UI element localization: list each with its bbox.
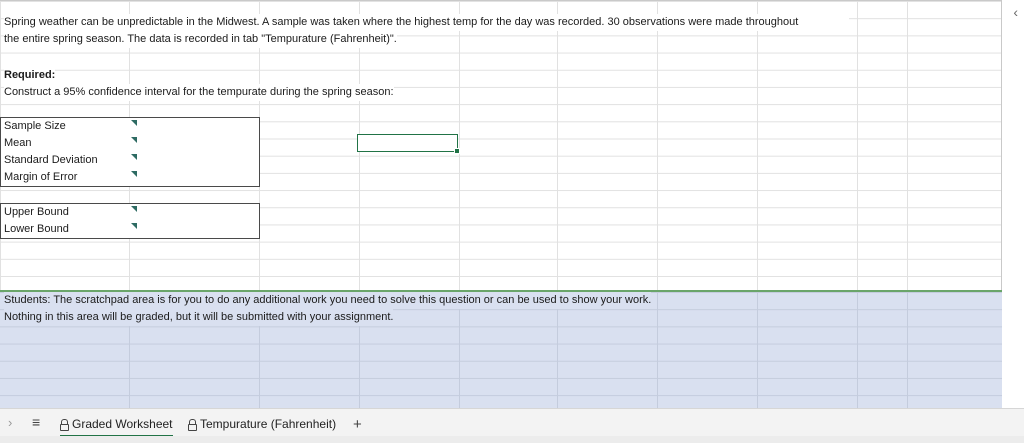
chevron-left-icon[interactable]: ‹ — [1013, 4, 1018, 20]
plus-icon[interactable]: + — [353, 416, 362, 433]
bounds-box: Upper Bound Lower Bound — [0, 203, 260, 239]
stats-row-sample-size[interactable]: Sample Size — [1, 118, 259, 135]
bounds-row-lower[interactable]: Lower Bound — [1, 221, 259, 238]
comment-marker-icon[interactable] — [131, 206, 137, 212]
column-divider — [557, 292, 558, 409]
tab-label: Tempurature (Fahrenheit) — [200, 417, 337, 431]
sheet-tab-bar: › ≡ Graded Worksheet Tempurature (Fahren… — [0, 408, 1024, 437]
tab-graded-worksheet[interactable]: Graded Worksheet — [60, 413, 173, 437]
bounds-label: Lower Bound — [4, 223, 69, 235]
bounds-row-upper[interactable]: Upper Bound — [1, 204, 259, 221]
stats-label: Sample Size — [4, 120, 66, 132]
required-heading: Required: — [4, 67, 56, 84]
comment-marker-icon[interactable] — [131, 120, 137, 126]
tab-label: Graded Worksheet — [72, 417, 173, 431]
stats-row-mean[interactable]: Mean — [1, 135, 259, 152]
tab-tempurature-fahrenheit[interactable]: Tempurature (Fahrenheit) — [188, 413, 336, 435]
stats-label: Standard Deviation — [4, 154, 98, 166]
stats-row-standard-deviation[interactable]: Standard Deviation — [1, 152, 259, 169]
scratchpad-line-2: Nothing in this area will be graded, but… — [4, 309, 394, 326]
stats-row-margin-of-error[interactable]: Margin of Error — [1, 169, 259, 186]
column-divider — [757, 292, 758, 409]
status-bar — [0, 436, 1024, 443]
stats-box: Sample Size Mean Standard Deviation Marg… — [0, 117, 260, 187]
intro-line-2: the entire spring season. The data is re… — [4, 31, 397, 48]
required-instruction: Construct a 95% confidence interval for … — [4, 84, 394, 101]
stats-label: Mean — [4, 137, 32, 149]
stats-label: Margin of Error — [4, 171, 78, 183]
comment-marker-icon[interactable] — [131, 171, 137, 177]
scratchpad-line-1: Students: The scratchpad area is for you… — [4, 292, 652, 309]
scratchpad-area[interactable]: Students: The scratchpad area is for you… — [0, 290, 1002, 409]
hamburger-menu-icon[interactable]: ≡ — [32, 414, 40, 430]
column-divider — [857, 292, 858, 409]
lock-icon — [60, 418, 69, 431]
bounds-label: Upper Bound — [4, 206, 69, 218]
column-divider — [459, 292, 460, 409]
comment-marker-icon[interactable] — [131, 137, 137, 143]
column-divider — [907, 292, 908, 409]
intro-line-1: Spring weather can be unpredictable in t… — [4, 14, 849, 31]
column-divider — [657, 292, 658, 409]
comment-marker-icon[interactable] — [131, 223, 137, 229]
selected-cell[interactable] — [357, 134, 460, 154]
chevron-right-icon[interactable]: › — [8, 415, 12, 430]
comment-marker-icon[interactable] — [131, 154, 137, 160]
lock-icon — [188, 418, 197, 431]
